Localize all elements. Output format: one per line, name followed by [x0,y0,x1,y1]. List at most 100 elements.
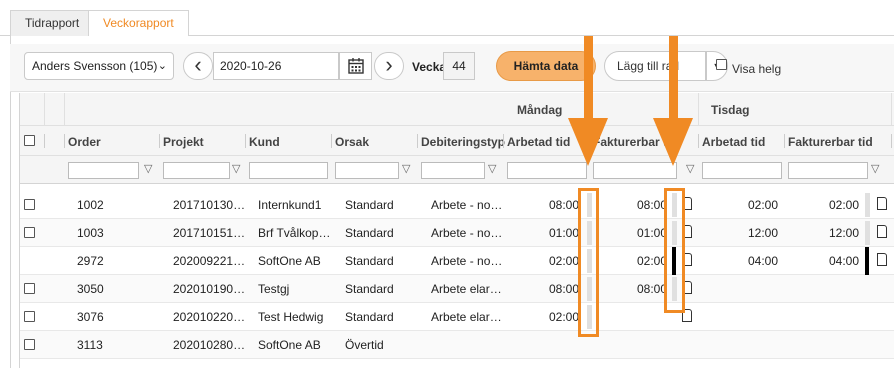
note-icon[interactable] [877,197,887,210]
table-row[interactable]: 3113 202010280… SoftOne AB Övertid [20,331,894,359]
cell-mon-arbetad[interactable]: 08:00 [520,198,579,212]
add-row-button[interactable]: Lägg till rad [604,51,706,81]
week-label: Vecka [412,60,447,74]
cell-mon-arbetad[interactable]: 02:00 [520,254,579,268]
filter-row: ▽ ▽ ▽ ▽ ▽ ▽ [20,156,894,184]
cell-tue-arbetad[interactable]: 04:00 [719,254,778,268]
table-row[interactable]: 3076 202010220… Test Hedwig Standard Arb… [20,303,894,331]
date-input[interactable]: 2020-10-26 [213,52,339,80]
cell-orsak: Standard [345,310,394,324]
arrow-shaft [669,36,678,122]
cell-kund: SoftOne AB [258,338,321,352]
filter-icon[interactable]: ▽ [488,162,496,175]
filter-icon[interactable]: ▽ [232,162,240,175]
filter-tue-fakturerbar-input[interactable] [788,162,868,179]
previous-week-button[interactable]: ‹ [183,52,213,80]
chevron-left-icon: ‹ [194,52,202,77]
week-grid: Måndag Tisdag Order Projekt Kund Orsak D… [19,93,894,368]
cell-orsak: Standard [345,198,394,212]
cell-debiteringstyp: Arbete - no… [431,254,503,268]
column-header-mon-arbetad[interactable]: Arbetad tid [507,135,570,149]
table-row[interactable]: 1002 201710130… Internkund1 Standard Arb… [20,191,894,219]
row-checkbox[interactable] [24,311,35,322]
cell-marker [865,193,870,217]
note-icon[interactable] [877,253,887,266]
column-header-tue-fakturerbar[interactable]: Fakturerbar tid [788,135,873,149]
table-row[interactable]: 1003 201710151… Brf Tvålkop… Standard Ar… [20,219,894,247]
column-header-kund[interactable]: Kund [249,135,280,149]
highlight-box [664,188,685,313]
column-header-projekt[interactable]: Projekt [163,135,204,149]
column-header-order[interactable]: Order [68,135,101,149]
column-header-row: Order Projekt Kund Orsak Debiteringstyp … [20,126,894,156]
tab-veckorapport[interactable]: Veckorapport [88,10,189,37]
cell-kund: Test Hedwig [258,310,324,324]
cell-mon-fakturerbar[interactable]: 08:00 [608,282,667,296]
week-number: 44 [443,52,475,80]
note-icon[interactable] [877,225,887,238]
cell-orsak: Övertid [345,338,384,352]
column-header-debiteringstyp[interactable]: Debiteringstyp [421,135,505,149]
cell-order: 3113 [77,338,103,352]
show-weekend-checkbox[interactable] [716,59,727,70]
employee-select[interactable]: Anders Svensson (105) ⌄ [24,52,174,80]
cell-projekt: 202010190… [173,282,246,296]
column-header-tue-arbetad[interactable]: Arbetad tid [702,135,765,149]
cell-mon-arbetad[interactable]: 02:00 [520,310,579,324]
fetch-data-button[interactable]: Hämta data [496,51,596,81]
day-header-row: Måndag Tisdag [20,93,894,126]
row-checkbox[interactable] [24,199,35,210]
cell-order: 1003 [77,226,104,240]
cell-mon-arbetad[interactable]: 08:00 [520,282,579,296]
filter-icon[interactable]: ▽ [144,162,152,175]
cell-order: 3076 [77,310,104,324]
cell-projekt: 201710151… [173,226,246,240]
cell-kund: Brf Tvålkop… [258,226,331,240]
calendar-button[interactable] [339,52,372,80]
filter-icon[interactable]: ▽ [871,162,879,175]
chevron-down-icon: ⌄ [157,60,167,72]
day-header-tuesday: Tisdag [711,103,750,117]
table-row[interactable]: 2972 202009221… SoftOne AB Standard Arbe… [20,247,894,275]
cell-projekt: 202010220… [173,310,246,324]
date-value: 2020-10-26 [220,59,282,73]
cell-order: 3050 [77,282,104,296]
cell-debiteringstyp: Arbete elar… [431,310,502,324]
filter-kund-input[interactable] [249,162,328,179]
row-checkbox[interactable] [24,339,35,350]
cell-mon-fakturerbar[interactable]: 08:00 [608,198,667,212]
filter-projekt-input[interactable] [163,162,230,179]
filter-debiteringstyp-input[interactable] [421,162,485,179]
table-row[interactable]: 3050 202010190… Testgj Standard Arbete e… [20,275,894,303]
cell-debiteringstyp: Arbete - no… [431,198,503,212]
cell-orsak: Standard [345,254,394,268]
column-header-orsak[interactable]: Orsak [335,135,369,149]
row-checkbox[interactable] [24,283,35,294]
next-week-button[interactable]: › [374,52,404,80]
arrow-down-icon [653,118,693,166]
filter-tue-arbetad-input[interactable] [702,162,782,179]
cell-tue-arbetad[interactable]: 12:00 [719,226,778,240]
cell-order: 1002 [77,198,104,212]
filter-order-input[interactable] [68,162,139,179]
cell-kund: SoftOne AB [258,254,321,268]
chevron-right-icon: › [385,52,393,77]
tab-bar: Tidrapport Veckorapport [0,0,894,37]
cell-tue-arbetad[interactable]: 02:00 [719,198,778,212]
cell-mon-arbetad[interactable]: 01:00 [520,226,579,240]
cell-tue-fakturerbar[interactable]: 04:00 [800,254,859,268]
arrow-down-icon [568,118,608,166]
day-header-monday: Måndag [517,103,563,117]
cell-tue-fakturerbar[interactable]: 02:00 [800,198,859,212]
cell-mon-fakturerbar[interactable]: 01:00 [608,226,667,240]
filter-orsak-input[interactable] [335,162,399,179]
row-checkbox[interactable] [24,227,35,238]
cell-tue-fakturerbar[interactable]: 12:00 [800,226,859,240]
filter-icon[interactable]: ▽ [402,162,410,175]
cell-mon-fakturerbar[interactable]: 02:00 [608,254,667,268]
tab-tidrapport[interactable]: Tidrapport [10,10,95,37]
select-all-checkbox[interactable] [24,135,35,146]
cell-debiteringstyp: Arbete elar… [431,282,502,296]
cell-kund: Testgj [258,282,290,296]
highlight-box [578,188,599,337]
